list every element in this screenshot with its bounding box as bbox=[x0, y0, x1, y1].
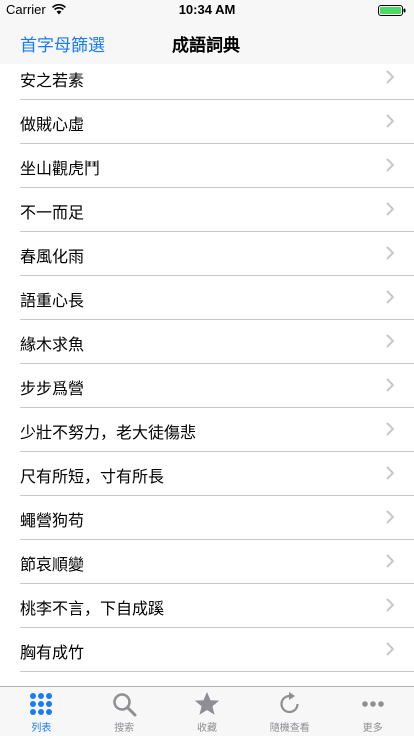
chevron-right-icon bbox=[386, 202, 394, 216]
chevron-right-icon bbox=[386, 598, 394, 612]
list-item-label: 安之若素 bbox=[20, 71, 85, 90]
list-item-label: 尺有所短，寸有所長 bbox=[20, 467, 165, 486]
star-icon bbox=[194, 692, 220, 715]
idiom-list[interactable]: 安之若素 做賊心虛 坐山觀虎鬥 不一而足 春風化雨 語重心長 緣木求魚 步步爲營… bbox=[0, 55, 414, 688]
list-item[interactable]: 桃李不言，下自成蹊 bbox=[0, 583, 414, 628]
tab-favorites[interactable]: 收藏 bbox=[166, 687, 249, 736]
chevron-right-icon bbox=[386, 378, 394, 392]
chevron-right-icon bbox=[386, 158, 394, 172]
list-item[interactable]: 節哀順變 bbox=[0, 539, 414, 584]
chevron-right-icon bbox=[386, 334, 394, 348]
list-item[interactable]: 春風化雨 bbox=[0, 231, 414, 276]
tab-search[interactable]: 搜索 bbox=[83, 687, 166, 736]
chevron-right-icon bbox=[386, 246, 394, 260]
list-item-label: 緣木求魚 bbox=[20, 335, 85, 354]
list-item-label: 桃李不言，下自成蹊 bbox=[20, 599, 165, 618]
navigation-bar: 首字母篩選 成語詞典 bbox=[0, 20, 414, 64]
chevron-right-icon bbox=[386, 642, 394, 656]
search-icon bbox=[113, 693, 137, 717]
status-time: 10:34 AM bbox=[178, 2, 236, 17]
list-item-label: 不一而足 bbox=[20, 203, 85, 222]
list-item-label: 步步爲營 bbox=[20, 379, 85, 398]
list-item[interactable]: 蠅營狗苟 bbox=[0, 495, 414, 540]
chevron-right-icon bbox=[386, 290, 394, 304]
list-item-label: 語重心長 bbox=[20, 291, 85, 310]
chevron-right-icon bbox=[386, 510, 394, 524]
refresh-icon bbox=[280, 692, 299, 714]
list-item[interactable]: 坐山觀虎鬥 bbox=[0, 143, 414, 188]
grid-dots-icon bbox=[30, 693, 53, 715]
chevron-right-icon bbox=[386, 114, 394, 128]
chevron-right-icon bbox=[386, 466, 394, 480]
tab-list[interactable]: 列表 bbox=[0, 687, 83, 736]
tab-label: 搜索 bbox=[114, 723, 135, 734]
list-item[interactable]: 胸有成竹 bbox=[0, 627, 414, 672]
battery-icon bbox=[378, 5, 406, 16]
more-icon bbox=[361, 701, 384, 707]
list-item-label: 少壯不努力，老大徒傷悲 bbox=[20, 423, 197, 442]
chevron-right-icon bbox=[386, 422, 394, 436]
list-item[interactable]: 做賊心虛 bbox=[0, 99, 414, 144]
idiom-dictionary-screen: 安之若素 做賊心虛 坐山觀虎鬥 不一而足 春風化雨 語重心長 緣木求魚 步步爲營… bbox=[0, 0, 414, 736]
chevron-right-icon bbox=[386, 70, 394, 84]
list-item-label: 春風化雨 bbox=[20, 247, 85, 266]
list-item-label: 蠅營狗苟 bbox=[20, 511, 85, 530]
list-item-label: 胸有成竹 bbox=[20, 643, 85, 662]
page-title: 成語詞典 bbox=[172, 36, 240, 56]
status-bar: Carrier 10:34 AM bbox=[0, 0, 414, 20]
list-item-label: 坐山觀虎鬥 bbox=[20, 159, 101, 178]
initial-filter-button[interactable]: 首字母篩選 bbox=[20, 31, 105, 56]
tab-label: 更多 bbox=[362, 723, 383, 734]
row-divider bbox=[20, 671, 414, 672]
tab-bar: 列表 搜索 收藏 隨機查看 更多 bbox=[0, 686, 414, 736]
list-item[interactable]: 步步爲營 bbox=[0, 363, 414, 408]
list-item[interactable]: 語重心長 bbox=[0, 275, 414, 320]
list-item[interactable]: 少壯不努力，老大徒傷悲 bbox=[0, 407, 414, 452]
tab-random[interactable]: 隨機查看 bbox=[248, 687, 331, 736]
list-item[interactable]: 不一而足 bbox=[0, 187, 414, 232]
tab-label: 隨機查看 bbox=[269, 723, 310, 734]
tab-label: 列表 bbox=[31, 723, 52, 734]
list-item-label: 節哀順變 bbox=[20, 555, 85, 574]
tab-label: 收藏 bbox=[196, 723, 217, 734]
list-item[interactable]: 尺有所短，寸有所長 bbox=[0, 451, 414, 496]
list-item-label: 做賊心虛 bbox=[20, 115, 85, 134]
tab-more[interactable]: 更多 bbox=[331, 687, 414, 736]
list-item[interactable]: 緣木求魚 bbox=[0, 319, 414, 364]
chevron-right-icon bbox=[386, 554, 394, 568]
